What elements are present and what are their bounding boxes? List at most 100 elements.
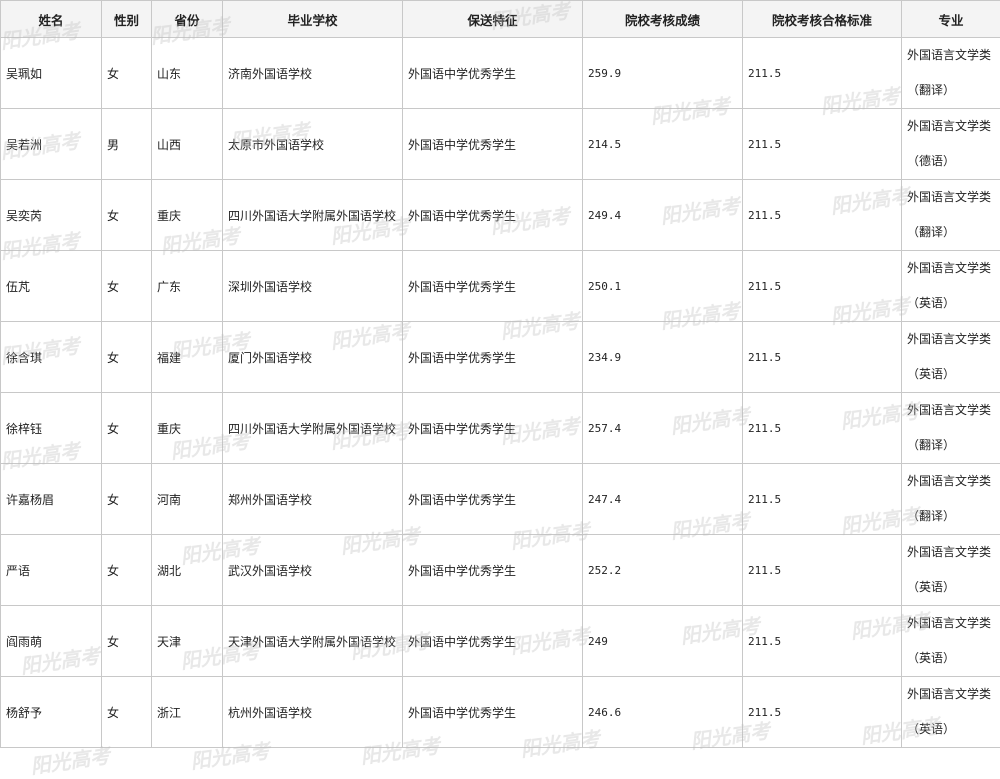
cell-province: 浙江 bbox=[152, 677, 223, 748]
major-text: （英语） bbox=[907, 357, 1000, 392]
cell-feature: 外国语中学优秀学生 bbox=[403, 251, 583, 322]
cell-gender: 男 bbox=[102, 109, 152, 180]
header-name: 姓名 bbox=[1, 1, 102, 38]
cell-name: 徐含琪 bbox=[1, 322, 102, 393]
table-row: 阎雨萌女天津天津外国语大学附属外国语学校外国语中学优秀学生249211.5外国语… bbox=[1, 606, 1000, 677]
cell-score: 257.4 bbox=[583, 393, 743, 464]
cell-name: 杨舒予 bbox=[1, 677, 102, 748]
cell-feature: 外国语中学优秀学生 bbox=[403, 606, 583, 677]
cell-major: 外国语言文学类（英语） bbox=[902, 606, 1000, 677]
table-row: 吴奕芮女重庆四川外国语大学附属外国语学校外国语中学优秀学生249.4211.5外… bbox=[1, 180, 1000, 251]
header-school: 毕业学校 bbox=[223, 1, 403, 38]
cell-province: 福建 bbox=[152, 322, 223, 393]
header-province: 省份 bbox=[152, 1, 223, 38]
cell-province: 天津 bbox=[152, 606, 223, 677]
major-text: 外国语言文学类 bbox=[907, 38, 1000, 73]
cell-school: 济南外国语学校 bbox=[223, 38, 403, 109]
major-text: （德语） bbox=[907, 144, 1000, 179]
table-row: 伍芃女广东深圳外国语学校外国语中学优秀学生250.1211.5外国语言文学类（英… bbox=[1, 251, 1000, 322]
cell-name: 阎雨萌 bbox=[1, 606, 102, 677]
table-row: 徐含琪女福建厦门外国语学校外国语中学优秀学生234.9211.5外国语言文学类（… bbox=[1, 322, 1000, 393]
cell-standard: 211.5 bbox=[743, 251, 902, 322]
table-row: 严语女湖北武汉外国语学校外国语中学优秀学生252.2211.5外国语言文学类（英… bbox=[1, 535, 1000, 606]
cell-feature: 外国语中学优秀学生 bbox=[403, 677, 583, 748]
cell-school: 天津外国语大学附属外国语学校 bbox=[223, 606, 403, 677]
cell-feature: 外国语中学优秀学生 bbox=[403, 180, 583, 251]
cell-standard: 211.5 bbox=[743, 38, 902, 109]
cell-standard: 211.5 bbox=[743, 677, 902, 748]
cell-score: 252.2 bbox=[583, 535, 743, 606]
major-text: 外国语言文学类 bbox=[907, 535, 1000, 570]
major-text: （翻译） bbox=[907, 428, 1000, 463]
cell-major: 外国语言文学类（翻译） bbox=[902, 464, 1000, 535]
major-text: 外国语言文学类 bbox=[907, 606, 1000, 641]
cell-feature: 外国语中学优秀学生 bbox=[403, 322, 583, 393]
cell-major: 外国语言文学类（翻译） bbox=[902, 38, 1000, 109]
cell-standard: 211.5 bbox=[743, 464, 902, 535]
major-text: （英语） bbox=[907, 286, 1000, 321]
table-row: 吴若洲男山西太原市外国语学校外国语中学优秀学生214.5211.5外国语言文学类… bbox=[1, 109, 1000, 180]
cell-score: 259.9 bbox=[583, 38, 743, 109]
cell-standard: 211.5 bbox=[743, 109, 902, 180]
cell-standard: 211.5 bbox=[743, 322, 902, 393]
cell-major: 外国语言文学类（英语） bbox=[902, 322, 1000, 393]
cell-feature: 外国语中学优秀学生 bbox=[403, 535, 583, 606]
cell-major: 外国语言文学类（翻译） bbox=[902, 180, 1000, 251]
cell-standard: 211.5 bbox=[743, 535, 902, 606]
cell-major: 外国语言文学类（英语） bbox=[902, 535, 1000, 606]
cell-major: 外国语言文学类（英语） bbox=[902, 251, 1000, 322]
cell-province: 广东 bbox=[152, 251, 223, 322]
cell-score: 214.5 bbox=[583, 109, 743, 180]
cell-major: 外国语言文学类（翻译） bbox=[902, 393, 1000, 464]
cell-school: 厦门外国语学校 bbox=[223, 322, 403, 393]
cell-score: 234.9 bbox=[583, 322, 743, 393]
table-row: 吴珮如女山东济南外国语学校外国语中学优秀学生259.9211.5外国语言文学类（… bbox=[1, 38, 1000, 109]
cell-school: 四川外国语大学附属外国语学校 bbox=[223, 393, 403, 464]
cell-province: 重庆 bbox=[152, 393, 223, 464]
major-text: 外国语言文学类 bbox=[907, 251, 1000, 286]
header-standard: 院校考核合格标准 bbox=[743, 1, 902, 38]
major-text: 外国语言文学类 bbox=[907, 109, 1000, 144]
cell-gender: 女 bbox=[102, 251, 152, 322]
cell-feature: 外国语中学优秀学生 bbox=[403, 393, 583, 464]
table-row: 徐梓钰女重庆四川外国语大学附属外国语学校外国语中学优秀学生257.4211.5外… bbox=[1, 393, 1000, 464]
cell-gender: 女 bbox=[102, 464, 152, 535]
table-row: 杨舒予女浙江杭州外国语学校外国语中学优秀学生246.6211.5外国语言文学类（… bbox=[1, 677, 1000, 748]
major-text: （翻译） bbox=[907, 73, 1000, 108]
major-text: 外国语言文学类 bbox=[907, 464, 1000, 499]
cell-school: 四川外国语大学附属外国语学校 bbox=[223, 180, 403, 251]
cell-gender: 女 bbox=[102, 38, 152, 109]
cell-school: 太原市外国语学校 bbox=[223, 109, 403, 180]
cell-standard: 211.5 bbox=[743, 180, 902, 251]
major-text: （英语） bbox=[907, 570, 1000, 605]
cell-feature: 外国语中学优秀学生 bbox=[403, 109, 583, 180]
cell-province: 河南 bbox=[152, 464, 223, 535]
cell-name: 吴若洲 bbox=[1, 109, 102, 180]
cell-gender: 女 bbox=[102, 606, 152, 677]
cell-gender: 女 bbox=[102, 535, 152, 606]
cell-major: 外国语言文学类（英语） bbox=[902, 677, 1000, 748]
cell-score: 247.4 bbox=[583, 464, 743, 535]
major-text: （翻译） bbox=[907, 215, 1000, 250]
cell-name: 吴珮如 bbox=[1, 38, 102, 109]
cell-name: 严语 bbox=[1, 535, 102, 606]
cell-score: 250.1 bbox=[583, 251, 743, 322]
admission-table: 姓名 性别 省份 毕业学校 保送特征 院校考核成绩 院校考核合格标准 专业 吴珮… bbox=[0, 0, 1000, 748]
cell-name: 许嘉杨眉 bbox=[1, 464, 102, 535]
cell-province: 重庆 bbox=[152, 180, 223, 251]
major-text: （翻译） bbox=[907, 499, 1000, 534]
cell-gender: 女 bbox=[102, 322, 152, 393]
header-score: 院校考核成绩 bbox=[583, 1, 743, 38]
cell-feature: 外国语中学优秀学生 bbox=[403, 38, 583, 109]
header-gender: 性别 bbox=[102, 1, 152, 38]
cell-feature: 外国语中学优秀学生 bbox=[403, 464, 583, 535]
cell-score: 249 bbox=[583, 606, 743, 677]
cell-name: 吴奕芮 bbox=[1, 180, 102, 251]
major-text: 外国语言文学类 bbox=[907, 393, 1000, 428]
header-major: 专业 bbox=[902, 1, 1000, 38]
major-text: （英语） bbox=[907, 712, 1000, 747]
cell-name: 徐梓钰 bbox=[1, 393, 102, 464]
cell-standard: 211.5 bbox=[743, 393, 902, 464]
cell-name: 伍芃 bbox=[1, 251, 102, 322]
cell-gender: 女 bbox=[102, 677, 152, 748]
